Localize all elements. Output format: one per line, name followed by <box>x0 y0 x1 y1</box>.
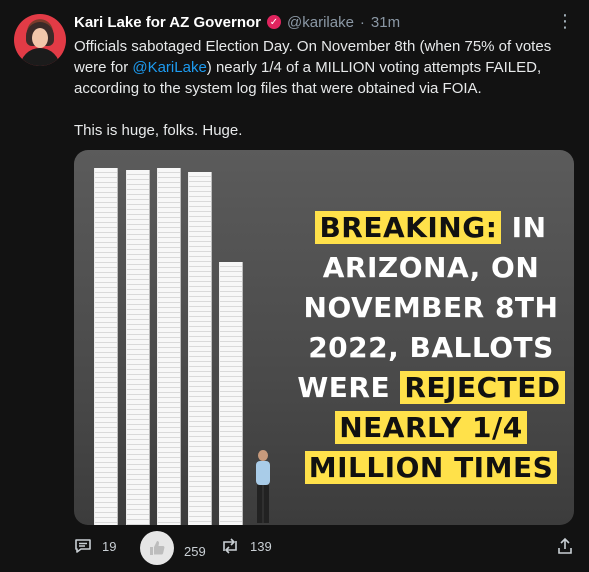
retweet-button[interactable]: 139 <box>220 537 272 555</box>
media-headline: BREAKING: IN ARIZONA, ON NOVEMBER 8TH 20… <box>296 208 566 488</box>
headline-line-4: 2022, BALLOTS <box>308 331 554 364</box>
retweet-icon <box>223 538 237 554</box>
headline-line-7: MILLION TIMES <box>296 448 566 488</box>
tweet-paragraph-1: Officials sabotaged Election Day. On Nov… <box>74 36 564 99</box>
tweet-timestamp[interactable]: 31m <box>371 14 400 31</box>
tweet-header: Kari Lake for AZ Governor ✓ @karilake · … <box>74 12 400 32</box>
verified-badge-icon: ✓ <box>267 15 281 29</box>
headline-line-1: BREAKING: IN <box>296 208 566 248</box>
header-separator: · <box>359 13 365 31</box>
headline-line-3: NOVEMBER 8TH <box>303 291 559 324</box>
paper-stack <box>219 262 243 525</box>
author-name[interactable]: Kari Lake for AZ Governor <box>74 14 261 31</box>
tweet-text: Officials sabotaged Election Day. On Nov… <box>74 36 564 141</box>
mention-link[interactable]: @KariLake <box>132 59 206 76</box>
tweet-media-image[interactable]: BREAKING: IN ARIZONA, ON NOVEMBER 8TH 20… <box>74 150 574 525</box>
headline-line-6: NEARLY 1/4 <box>296 408 566 448</box>
headline-text: IN <box>501 211 547 244</box>
reply-count: 19 <box>102 538 117 554</box>
thumbs-up-icon <box>140 531 174 565</box>
headline-line-2: ARIZONA, ON <box>322 251 540 284</box>
avatar-face <box>32 28 48 48</box>
headline-highlight: BREAKING: <box>315 211 502 244</box>
standing-person-figure <box>252 450 274 525</box>
tweet-paragraph-2: This is huge, folks. Huge. <box>74 122 243 139</box>
headline-line-5: WERE REJECTED <box>296 368 566 408</box>
headline-highlight: MILLION TIMES <box>304 451 558 484</box>
reply-icon <box>75 539 91 553</box>
share-button[interactable] <box>556 537 574 560</box>
headline-highlight: NEARLY 1/4 <box>335 411 527 444</box>
like-count: 259 <box>184 543 206 559</box>
more-options-icon[interactable]: ⋮ <box>556 11 575 32</box>
tweet-actions: 19 259 139 <box>74 531 574 565</box>
share-icon <box>558 537 572 554</box>
headline-text: WERE <box>297 371 401 404</box>
headline-highlight: REJECTED <box>400 371 565 404</box>
like-button[interactable]: 259 <box>140 531 206 565</box>
paper-stack <box>157 168 181 525</box>
avatar-shirt <box>20 48 60 66</box>
paper-stack <box>126 170 150 525</box>
paper-stack <box>94 168 118 525</box>
author-handle[interactable]: @karilake <box>287 14 354 31</box>
paper-stack <box>188 172 212 525</box>
reply-button[interactable]: 19 <box>74 537 116 555</box>
retweet-count: 139 <box>250 538 272 554</box>
author-avatar[interactable] <box>14 14 66 66</box>
